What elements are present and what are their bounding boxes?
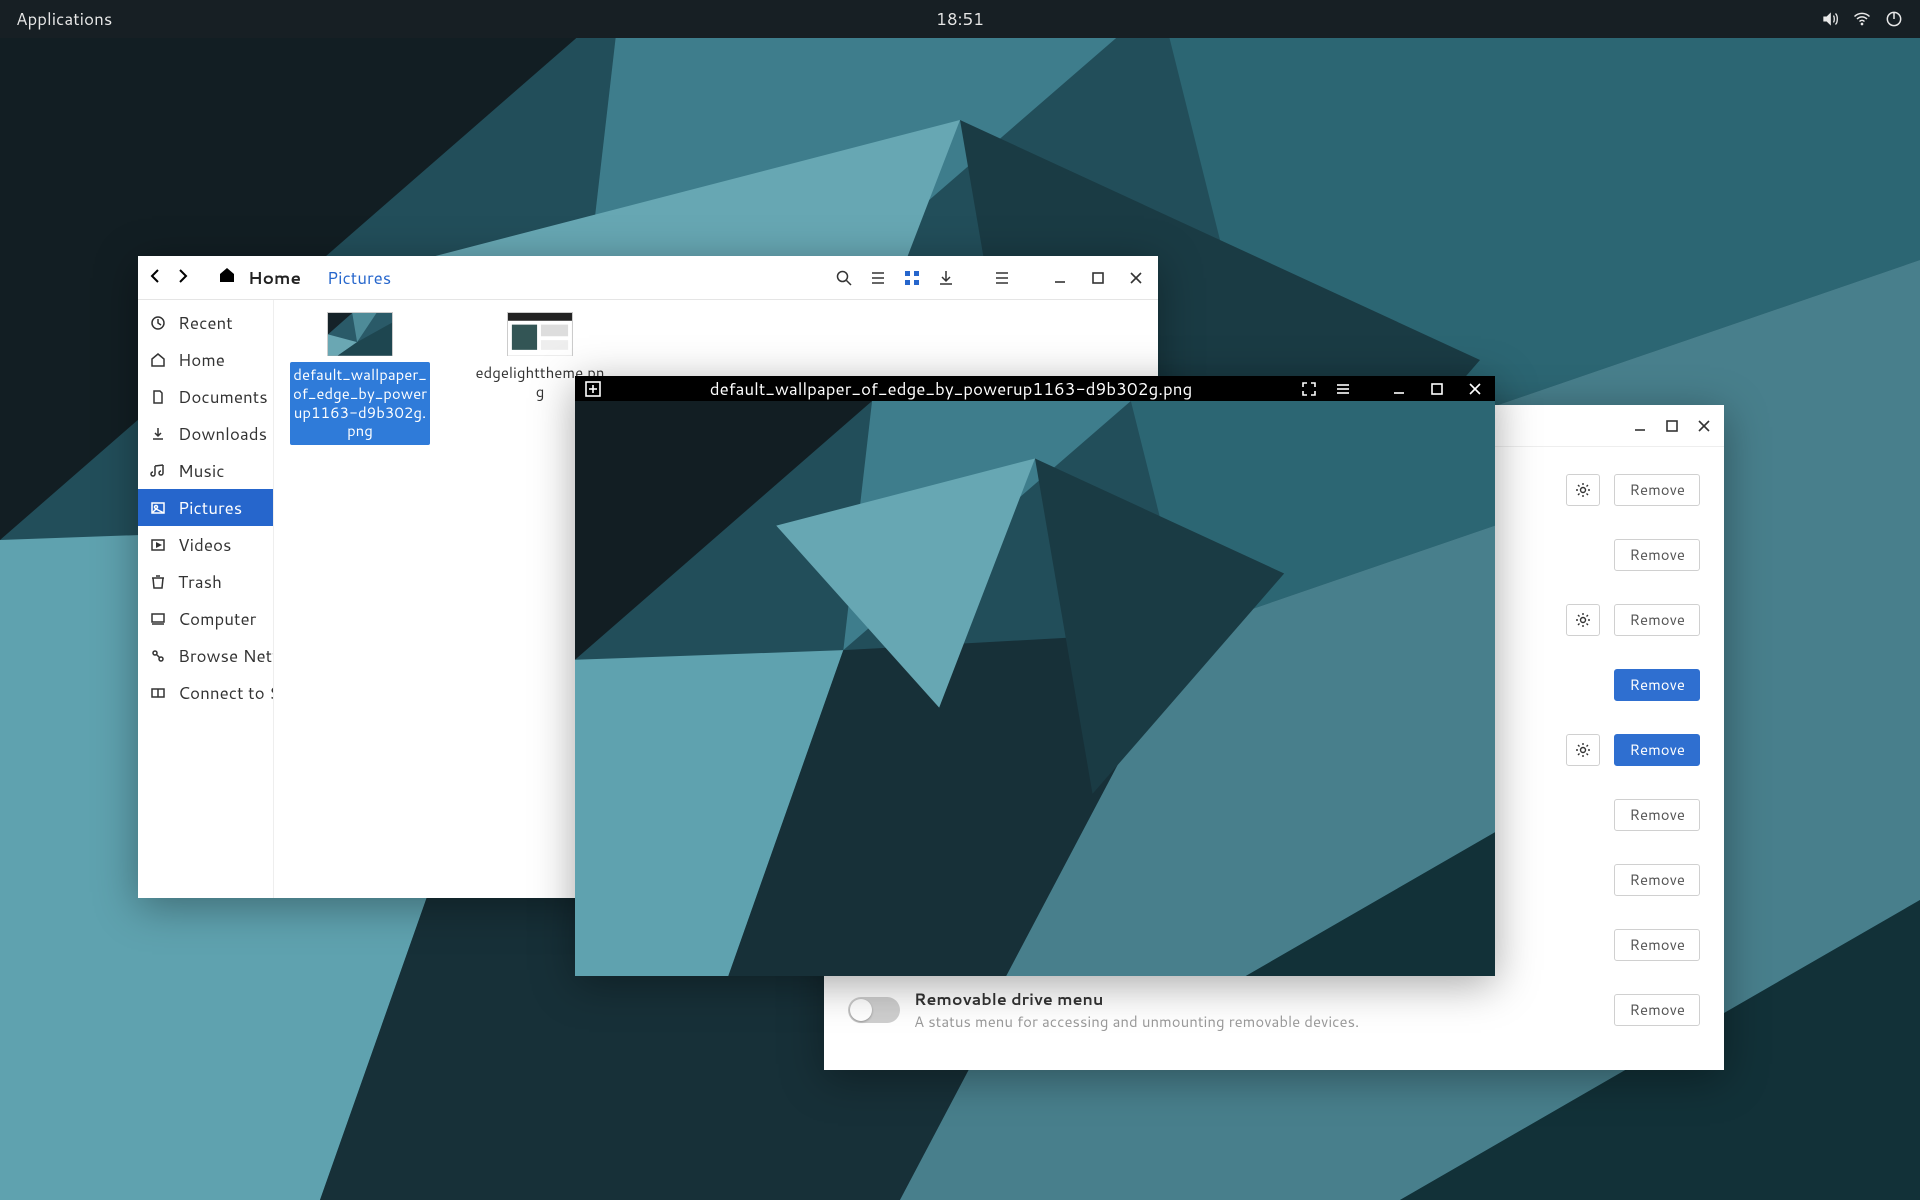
extension-toggle[interactable] [848, 997, 900, 1023]
sidebar-item-label: Recent [178, 311, 233, 335]
hamburger-menu-icon[interactable] [1333, 379, 1353, 399]
sidebar-item-label: Connect to S… [178, 681, 273, 705]
remove-button[interactable]: Remove [1614, 734, 1700, 766]
file-manager-sidebar: Recent Home Documents Downloads Music Picture… [138, 300, 274, 898]
maximize-button[interactable] [1660, 414, 1684, 438]
image-viewer-window: default_wallpaper_of_edge_by_powerup1163… [575, 376, 1495, 976]
nav-back-button[interactable] [148, 266, 164, 290]
file-thumbnail [327, 312, 393, 356]
sidebar-item-recent[interactable]: Recent [138, 304, 273, 341]
sidebar-item-label: Computer [178, 607, 256, 631]
close-button[interactable] [1692, 414, 1716, 438]
sidebar-item-label: Music [178, 459, 225, 483]
remove-button[interactable]: Remove [1614, 994, 1700, 1026]
sidebar-item-label: Browse Netw… [178, 644, 273, 668]
maximize-button[interactable] [1086, 266, 1110, 290]
list-view-icon[interactable] [868, 268, 888, 288]
fullscreen-icon[interactable] [1299, 379, 1319, 399]
minimize-button[interactable] [1628, 414, 1652, 438]
file-manager-titlebar[interactable]: Home Pictures [138, 256, 1158, 300]
file-thumbnail [507, 312, 573, 356]
search-icon[interactable] [834, 268, 854, 288]
sidebar-item-home[interactable]: Home [138, 341, 273, 378]
remove-button[interactable]: Remove [1614, 929, 1700, 961]
extension-description: A status menu for accessing and unmounti… [914, 1011, 1552, 1032]
remove-button[interactable]: Remove [1614, 474, 1700, 506]
sidebar-item-label: Videos [178, 533, 231, 557]
sidebar-item-documents[interactable]: Documents [138, 378, 273, 415]
sidebar-item-browse-netw-[interactable]: Browse Netw… [138, 637, 273, 674]
panel-clock[interactable]: 18:51 [936, 7, 984, 31]
sidebar-item-label: Downloads [178, 422, 267, 446]
download-icon[interactable] [936, 268, 956, 288]
sidebar-item-downloads[interactable]: Downloads [138, 415, 273, 452]
remove-button[interactable]: Remove [1614, 604, 1700, 636]
system-tray[interactable] [1820, 9, 1904, 29]
grid-view-icon[interactable] [902, 268, 922, 288]
sidebar-item-label: Trash [178, 570, 222, 594]
remove-button[interactable]: Remove [1614, 799, 1700, 831]
top-panel: Applications 18:51 [0, 0, 1920, 38]
remove-button[interactable]: Remove [1614, 669, 1700, 701]
close-button[interactable] [1124, 266, 1148, 290]
configure-button[interactable] [1566, 604, 1600, 636]
sidebar-item-label: Home [178, 348, 225, 372]
sidebar-item-music[interactable]: Music [138, 452, 273, 489]
home-icon[interactable] [218, 266, 236, 290]
breadcrumb-current[interactable]: Pictures [327, 266, 391, 290]
minimize-button[interactable] [1048, 266, 1072, 290]
volume-icon[interactable] [1820, 9, 1840, 29]
add-icon[interactable] [583, 379, 603, 399]
image-viewer-titlebar[interactable]: default_wallpaper_of_edge_by_powerup1163… [575, 376, 1495, 401]
applications-menu[interactable]: Applications [16, 7, 112, 31]
maximize-button[interactable] [1425, 377, 1449, 401]
file-item[interactable]: default_wallpaper_of_edge_by_powerup1163… [290, 312, 430, 445]
sidebar-item-computer[interactable]: Computer [138, 600, 273, 637]
image-content [575, 401, 1495, 976]
extension-name: Removable drive menu [914, 988, 1552, 1011]
configure-button[interactable] [1566, 734, 1600, 766]
sidebar-item-pictures[interactable]: Pictures [138, 489, 273, 526]
sidebar-item-videos[interactable]: Videos [138, 526, 273, 563]
extension-row: Removable drive menuA status menu for ac… [848, 977, 1700, 1042]
minimize-button[interactable] [1387, 377, 1411, 401]
power-icon[interactable] [1884, 9, 1904, 29]
remove-button[interactable]: Remove [1614, 864, 1700, 896]
file-label: default_wallpaper_of_edge_by_powerup1163… [290, 362, 430, 445]
configure-button[interactable] [1566, 474, 1600, 506]
sidebar-item-label: Pictures [178, 496, 242, 520]
close-button[interactable] [1463, 377, 1487, 401]
sidebar-item-label: Documents [178, 385, 268, 409]
sidebar-item-trash[interactable]: Trash [138, 563, 273, 600]
hamburger-menu-icon[interactable] [992, 268, 1012, 288]
nav-forward-button[interactable] [174, 266, 190, 290]
breadcrumb-home[interactable]: Home [248, 266, 301, 290]
image-viewer-title: default_wallpaper_of_edge_by_powerup1163… [611, 377, 1291, 401]
wifi-icon[interactable] [1852, 9, 1872, 29]
remove-button[interactable]: Remove [1614, 539, 1700, 571]
sidebar-item-connect-to-s-[interactable]: Connect to S… [138, 674, 273, 711]
